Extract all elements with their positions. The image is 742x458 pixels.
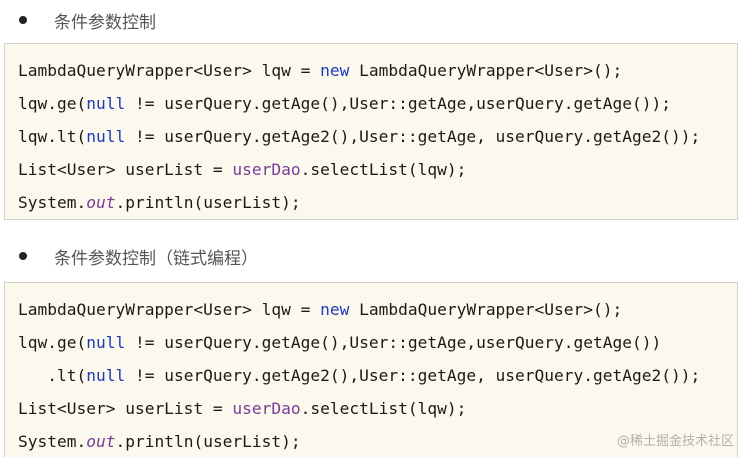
code-text: .selectList(lqw); (300, 160, 467, 179)
code-keyword: null (86, 94, 126, 113)
code-keyword: new (320, 300, 350, 319)
code-keyword: new (320, 61, 350, 80)
code-text: != userQuery.getAge(),User::getAge,userQ… (125, 333, 662, 352)
code-text: LambdaQueryWrapper<User>(); (349, 300, 623, 319)
code-line: lqw.ge(null != userQuery.getAge(),User::… (18, 87, 737, 120)
code-text: LambdaQueryWrapper<User>(); (349, 61, 623, 80)
code-text: .selectList(lqw); (300, 399, 467, 418)
bullet-icon (19, 252, 27, 260)
code-field: userDao (232, 160, 301, 179)
code-line: List<User> userList = userDao.selectList… (18, 392, 737, 425)
code-line: lqw.ge(null != userQuery.getAge(),User::… (18, 326, 737, 359)
code-text: .lt( (18, 366, 87, 385)
code-text: .println(userList); (115, 193, 301, 212)
code-line: LambdaQueryWrapper<User> lqw = new Lambd… (18, 293, 737, 326)
section-heading-2: 条件参数控制（链式编程） (0, 236, 258, 276)
code-text: lqw.ge( (18, 94, 87, 113)
heading-text: 条件参数控制 (54, 12, 156, 33)
watermark-text: @稀土掘金技术社区 (616, 434, 734, 449)
code-keyword: null (86, 366, 126, 385)
code-line: .lt(null != userQuery.getAge2(),User::ge… (18, 359, 737, 392)
code-keyword: null (86, 127, 126, 146)
code-text: List<User> userList = (18, 160, 233, 179)
code-text: System. (18, 193, 87, 212)
code-text: != userQuery.getAge2(),User::getAge, use… (125, 127, 701, 146)
code-text: != userQuery.getAge2(),User::getAge, use… (125, 366, 701, 385)
code-text: System. (18, 432, 87, 451)
code-line: lqw.lt(null != userQuery.getAge2(),User:… (18, 120, 737, 153)
code-block-1: LambdaQueryWrapper<User> lqw = new Lambd… (4, 43, 738, 220)
code-text: lqw.ge( (18, 333, 87, 352)
heading-text: 条件参数控制（链式编程） (54, 248, 258, 269)
code-field: userDao (232, 399, 301, 418)
code-text: lqw.lt( (18, 127, 87, 146)
section-heading-1: 条件参数控制 (0, 0, 156, 40)
code-static-field: out (86, 432, 116, 451)
code-text: LambdaQueryWrapper<User> lqw = (18, 61, 321, 80)
code-static-field: out (86, 193, 116, 212)
bullet-icon (19, 16, 27, 24)
code-line: LambdaQueryWrapper<User> lqw = new Lambd… (18, 54, 737, 87)
code-text: != userQuery.getAge(),User::getAge,userQ… (125, 94, 671, 113)
code-keyword: null (86, 333, 126, 352)
code-text: .println(userList); (115, 432, 301, 451)
code-line: List<User> userList = userDao.selectList… (18, 153, 737, 186)
code-text: LambdaQueryWrapper<User> lqw = (18, 300, 321, 319)
code-text: List<User> userList = (18, 399, 233, 418)
code-line: System.out.println(userList); (18, 186, 737, 219)
